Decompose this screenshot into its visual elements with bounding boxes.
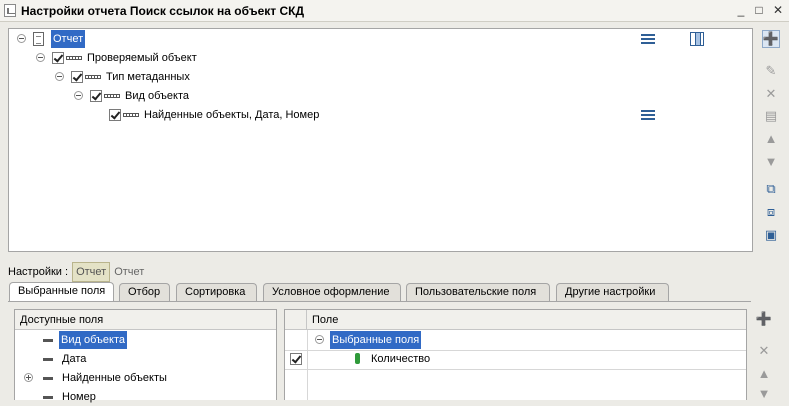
- tree-node-found-objects[interactable]: Найденные объекты, Дата, Номер: [9, 106, 749, 124]
- resource-icon: [355, 353, 360, 364]
- add-item-button[interactable]: ➕: [762, 30, 780, 48]
- tree-root-label[interactable]: Отчет: [51, 30, 86, 48]
- settings-mode-row: Настройки : Отчет Отчет: [8, 262, 144, 282]
- settings-mode-label: Настройки :: [8, 266, 69, 278]
- window-title-bar: Настройки отчета Поиск ссылок на объект …: [0, 0, 789, 22]
- field-label: Номер: [62, 391, 96, 403]
- collapse-icon[interactable]: [17, 34, 26, 43]
- table-row[interactable]: Количество: [285, 350, 745, 368]
- field-label: Найденные объекты: [62, 372, 167, 384]
- grouping-icon: [85, 75, 101, 79]
- add-field-button[interactable]: ➕: [755, 310, 773, 328]
- move-down-icon[interactable]: ▼: [755, 384, 773, 402]
- field-icon: [43, 396, 53, 399]
- selected-fields-group[interactable]: Выбранные поля: [285, 331, 745, 349]
- list-item[interactable]: Найденные объекты: [15, 369, 275, 387]
- tab-other-settings[interactable]: Другие настройки: [556, 283, 669, 301]
- grouping-icon: [66, 56, 82, 60]
- available-fields-panel: Доступные поля Вид объекта Дата Найденны…: [14, 309, 277, 403]
- report-icon: [33, 32, 44, 46]
- collapse-icon[interactable]: [36, 53, 45, 62]
- tree-item-label: Вид объекта: [125, 90, 189, 102]
- edit-icon[interactable]: ✎: [762, 62, 780, 80]
- collapse-icon[interactable]: [315, 335, 324, 344]
- column-icon: [690, 32, 704, 46]
- close-button[interactable]: ✕: [771, 3, 785, 17]
- ungroup-icon[interactable]: ⧈: [762, 203, 780, 221]
- tree-node-metadata-type[interactable]: Тип метаданных: [9, 68, 749, 86]
- settings-mode-alt-link[interactable]: Отчет: [114, 263, 144, 281]
- selected-fields-panel: Поле Выбранные поля Количество: [284, 309, 747, 400]
- checkbox[interactable]: [52, 52, 64, 64]
- expand-icon[interactable]: [24, 373, 33, 382]
- maximize-button[interactable]: □: [752, 3, 766, 17]
- tab-filter[interactable]: Отбор: [119, 283, 170, 301]
- tree-item-label: Найденные объекты, Дата, Номер: [144, 109, 320, 121]
- selected-fields-check-header: [285, 310, 307, 330]
- checkbox[interactable]: [109, 109, 121, 121]
- report-window-icon: [4, 4, 16, 17]
- table-icon: [641, 108, 655, 122]
- collapse-icon[interactable]: [74, 91, 83, 100]
- delete-icon[interactable]: ✕: [755, 342, 773, 360]
- tab-selected-fields[interactable]: Выбранные поля: [9, 282, 114, 302]
- tree-node-root[interactable]: Отчет: [9, 30, 749, 48]
- tab-user-fields[interactable]: Пользовательские поля: [406, 283, 550, 301]
- checkbox[interactable]: [290, 353, 302, 365]
- field-icon: [43, 339, 53, 342]
- settings-mode-active-button[interactable]: Отчет: [72, 262, 111, 282]
- table-icon: [641, 32, 655, 46]
- collapse-icon[interactable]: [55, 72, 64, 81]
- group-icon[interactable]: ⧉: [762, 180, 780, 198]
- group-label[interactable]: Выбранные поля: [330, 331, 422, 349]
- window-title: Настройки отчета Поиск ссылок на объект …: [21, 4, 305, 18]
- checkbox[interactable]: [90, 90, 102, 102]
- move-up-icon[interactable]: ▲: [755, 364, 773, 382]
- tab-conditional-format[interactable]: Условное оформление: [263, 283, 401, 301]
- field-label[interactable]: Вид объекта: [59, 331, 127, 349]
- field-label: Дата: [62, 353, 87, 365]
- tree-node-object-kind[interactable]: Вид объекта: [9, 87, 749, 105]
- minimize-button[interactable]: _: [734, 3, 748, 17]
- field-icon: [43, 358, 53, 361]
- field-label: Количество: [371, 353, 431, 365]
- save-settings-icon[interactable]: ▣: [762, 226, 780, 244]
- checkbox[interactable]: [71, 71, 83, 83]
- list-item[interactable]: Номер: [15, 388, 275, 406]
- delete-icon[interactable]: ✕: [762, 85, 780, 103]
- tree-item-label: Тип метаданных: [106, 71, 190, 83]
- properties-icon[interactable]: ▤: [762, 107, 780, 125]
- tree-item-label: Проверяемый объект: [87, 52, 197, 64]
- report-structure-tree: Отчет Проверяемый объект Тип метаданных …: [8, 28, 753, 252]
- available-fields-header: Доступные поля: [15, 310, 276, 330]
- field-icon: [43, 377, 53, 380]
- list-item[interactable]: Дата: [15, 350, 275, 368]
- list-item[interactable]: Вид объекта: [15, 331, 275, 349]
- tree-node-checked-object[interactable]: Проверяемый объект: [9, 49, 749, 67]
- grouping-icon: [104, 94, 120, 98]
- selected-fields-header: Поле: [307, 310, 746, 330]
- move-down-icon[interactable]: ▼: [762, 152, 780, 170]
- grouping-icon: [123, 113, 139, 117]
- tab-sort[interactable]: Сортировка: [176, 283, 257, 301]
- move-up-icon[interactable]: ▲: [762, 129, 780, 147]
